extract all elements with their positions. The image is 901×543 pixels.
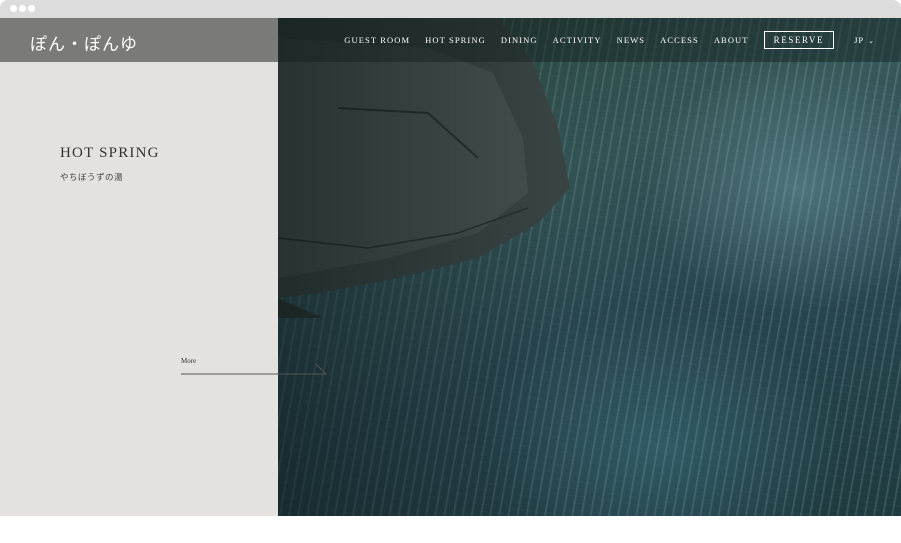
nav-about[interactable]: ABOUT (714, 35, 749, 45)
section-subtitle: やちぼうずの湯 (60, 173, 124, 183)
window-dot-icon (28, 5, 35, 12)
nav-activity[interactable]: ACTIVITY (553, 35, 602, 45)
hero-image (278, 18, 901, 516)
nav-access[interactable]: ACCESS (660, 35, 699, 45)
main-nav: GUEST ROOM HOT SPRING DINING ACTIVITY NE… (329, 31, 875, 49)
left-panel (0, 18, 278, 516)
window-dot-icon (10, 5, 17, 12)
page-bottom-margin (0, 516, 901, 543)
chevron-down-icon: ⌄ (868, 37, 875, 45)
page: ぽん・ぽんゆ GUEST ROOM HOT SPRING DINING ACTI… (0, 18, 901, 516)
reserve-button[interactable]: RESERVE (763, 31, 835, 49)
browser-chrome (0, 0, 901, 18)
nav-guest-room[interactable]: GUEST ROOM (344, 35, 410, 45)
language-label: JP (854, 35, 865, 45)
nav-dining[interactable]: DINING (501, 35, 538, 45)
section-title: HOT SPRING (60, 145, 160, 161)
nav-news[interactable]: NEWS (617, 35, 645, 45)
window-dot-icon (19, 5, 26, 12)
more-arrow-icon[interactable] (180, 362, 330, 376)
language-selector[interactable]: JP ⌄ (854, 35, 875, 45)
nav-hot-spring[interactable]: HOT SPRING (425, 35, 486, 45)
site-logo[interactable]: ぽん・ぽんゆ (30, 30, 138, 55)
